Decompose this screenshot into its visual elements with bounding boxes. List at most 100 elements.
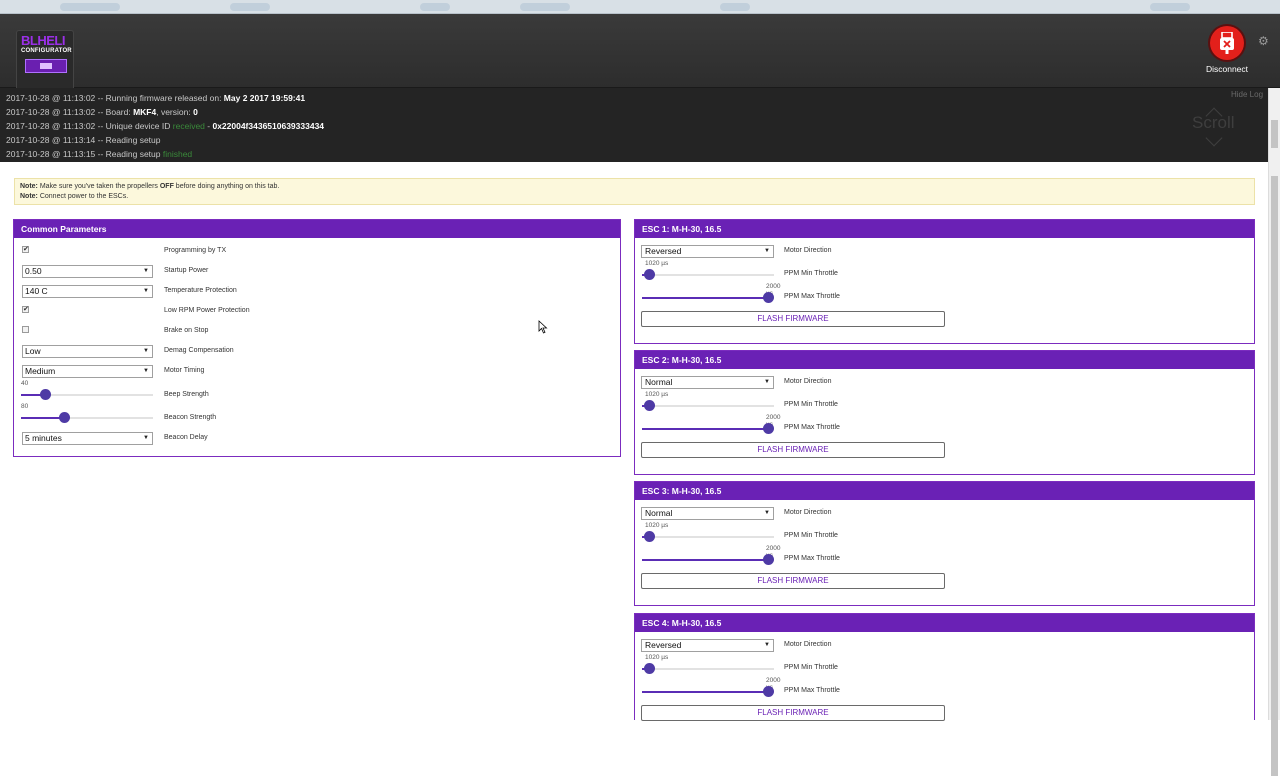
motor-direction-select[interactable]: Reversed	[641, 245, 774, 258]
programming-by-tx-label: Programming by TX	[164, 247, 227, 254]
motor-direction-label: Motor Direction	[784, 247, 832, 254]
blurred-tab	[1150, 3, 1190, 11]
slider-knob[interactable]	[644, 663, 656, 674]
temperature-protection-select[interactable]: 140 C	[22, 285, 153, 298]
warning-note: Note: Make sure you've taken the propell…	[14, 178, 1255, 205]
ppm-min-slider[interactable]: 1020 µs	[642, 259, 774, 280]
esc-panel-2: ESC 2: M-H-30, 16.5 Normal Motor Directi…	[634, 350, 1255, 475]
app-logo: BLHELI CONFIGURATOR	[16, 30, 74, 92]
motor-direction-label: Motor Direction	[784, 509, 832, 516]
slider-fill	[21, 417, 65, 419]
ppm-min-label: PPM Min Throttle	[784, 664, 838, 671]
slider-fill	[642, 691, 769, 693]
slider-track	[642, 274, 774, 276]
ppm-min-value: 1020 µs	[645, 522, 669, 529]
slider-knob[interactable]	[58, 412, 70, 423]
ppm-max-label: PPM Max Throttle	[784, 687, 840, 694]
usb-icon	[1210, 26, 1244, 60]
blurred-tab	[720, 3, 750, 11]
slider-knob[interactable]	[763, 292, 774, 303]
log-entry: 2017-10-28 @ 11:13:02 -- Running firmwar…	[6, 93, 306, 103]
logo-subtitle: CONFIGURATOR	[21, 48, 72, 54]
browser-strip	[0, 0, 1280, 14]
slider-knob[interactable]	[644, 269, 656, 280]
demag-compensation-select[interactable]: Low	[22, 345, 153, 358]
log-entry: 2017-10-28 @ 11:13:02 -- Unique device I…	[6, 121, 325, 131]
blurred-tab	[420, 3, 450, 11]
slider-knob[interactable]	[763, 554, 774, 565]
common-parameters-panel: Common Parameters ✔ Programming by TX 0.…	[13, 219, 621, 457]
disconnect-label: Disconnect	[1205, 64, 1249, 74]
motor-direction-label: Motor Direction	[784, 641, 832, 648]
beacon-strength-label: Beacon Strength	[164, 414, 217, 421]
flash-firmware-button[interactable]: FLASH FIRMWARE	[641, 705, 945, 721]
mouse-cursor-icon	[538, 320, 548, 334]
log-entry: 2017-10-28 @ 11:13:02 -- Board: MKF4, ve…	[6, 107, 198, 117]
ppm-min-value: 1020 µs	[645, 654, 669, 661]
ppm-max-slider[interactable]: 2000 µs	[642, 676, 780, 697]
ppm-min-slider[interactable]: 1020 µs	[642, 390, 774, 411]
beep-strength-value: 40	[21, 380, 29, 387]
slider-track	[642, 405, 774, 407]
slider-knob[interactable]	[39, 389, 51, 400]
low-rpm-protection-label: Low RPM Power Protection	[164, 307, 250, 314]
beacon-strength-value: 80	[21, 403, 29, 410]
beep-strength-slider[interactable]: 40	[21, 378, 153, 400]
beacon-delay-label: Beacon Delay	[164, 434, 208, 441]
app-header: BLHELI CONFIGURATOR ⚙	[0, 14, 1280, 92]
motor-direction-select[interactable]: Normal	[641, 376, 774, 389]
motor-direction-select[interactable]: Normal	[641, 507, 774, 520]
flash-firmware-button[interactable]: FLASH FIRMWARE	[641, 311, 945, 327]
log-panel: 2017-10-28 @ 11:13:02 -- Running firmwar…	[0, 88, 1268, 162]
slider-knob[interactable]	[644, 400, 656, 411]
panel-title: ESC 2: M-H-30, 16.5	[635, 351, 1254, 369]
flash-firmware-button[interactable]: FLASH FIRMWARE	[641, 573, 945, 589]
ppm-max-slider[interactable]: 2000 µs	[642, 413, 780, 434]
ppm-max-slider[interactable]: 2000 µs	[642, 544, 780, 565]
beacon-strength-slider[interactable]: 80	[21, 401, 153, 423]
temperature-protection-label: Temperature Protection	[164, 287, 237, 294]
slider-track	[642, 668, 774, 670]
panel-title: Common Parameters	[14, 220, 620, 238]
disconnect-button[interactable]: Disconnect	[1200, 26, 1254, 74]
beep-strength-label: Beep Strength	[164, 391, 209, 398]
page-scrollbar[interactable]	[1268, 88, 1280, 776]
flash-firmware-button[interactable]: FLASH FIRMWARE	[641, 442, 945, 458]
blurred-tab	[520, 3, 570, 11]
ppm-min-slider[interactable]: 1020 µs	[642, 521, 774, 542]
log-entry: 2017-10-28 @ 11:13:15 -- Reading setup f…	[6, 149, 193, 159]
slider-fill	[642, 428, 769, 430]
ppm-min-label: PPM Min Throttle	[784, 401, 838, 408]
startup-power-select[interactable]: 0.50	[22, 265, 153, 278]
slider-track	[642, 536, 774, 538]
hide-log-link[interactable]: Hide Log	[1231, 90, 1263, 99]
ppm-min-value: 1020 µs	[645, 391, 669, 398]
motor-timing-label: Motor Timing	[164, 367, 205, 374]
slider-knob[interactable]	[644, 531, 656, 542]
panel-title: ESC 1: M-H-30, 16.5	[635, 220, 1254, 238]
ppm-min-slider[interactable]: 1020 µs	[642, 653, 774, 674]
slider-knob[interactable]	[763, 423, 774, 434]
beacon-delay-select[interactable]: 5 minutes	[22, 432, 153, 445]
gear-icon[interactable]: ⚙	[1258, 34, 1269, 48]
brake-on-stop-checkbox[interactable]	[22, 326, 29, 333]
motor-timing-select[interactable]: Medium	[22, 365, 153, 378]
slider-knob[interactable]	[763, 686, 774, 697]
ppm-max-label: PPM Max Throttle	[784, 555, 840, 562]
ppm-min-label: PPM Min Throttle	[784, 532, 838, 539]
log-scroll-thumb[interactable]	[1271, 120, 1278, 148]
ppm-min-label: PPM Min Throttle	[784, 270, 838, 277]
esc-panel-1: ESC 1: M-H-30, 16.5 Reversed Motor Direc…	[634, 219, 1255, 344]
panel-title: ESC 4: M-H-30, 16.5	[635, 614, 1254, 632]
page-scroll-thumb[interactable]	[1271, 176, 1278, 776]
logo-title: BLHELI	[21, 33, 65, 48]
low-rpm-protection-checkbox[interactable]: ✔	[22, 306, 29, 313]
motor-direction-select[interactable]: Reversed	[641, 639, 774, 652]
log-entry: 2017-10-28 @ 11:13:14 -- Reading setup	[6, 135, 161, 145]
esc-panel-3: ESC 3: M-H-30, 16.5 Normal Motor Directi…	[634, 481, 1255, 606]
programming-by-tx-checkbox[interactable]: ✔	[22, 246, 29, 253]
ppm-max-label: PPM Max Throttle	[784, 293, 840, 300]
ppm-max-slider[interactable]: 2000 µs	[642, 282, 780, 303]
demag-compensation-label: Demag Compensation	[164, 347, 234, 354]
startup-power-label: Startup Power	[164, 267, 209, 274]
